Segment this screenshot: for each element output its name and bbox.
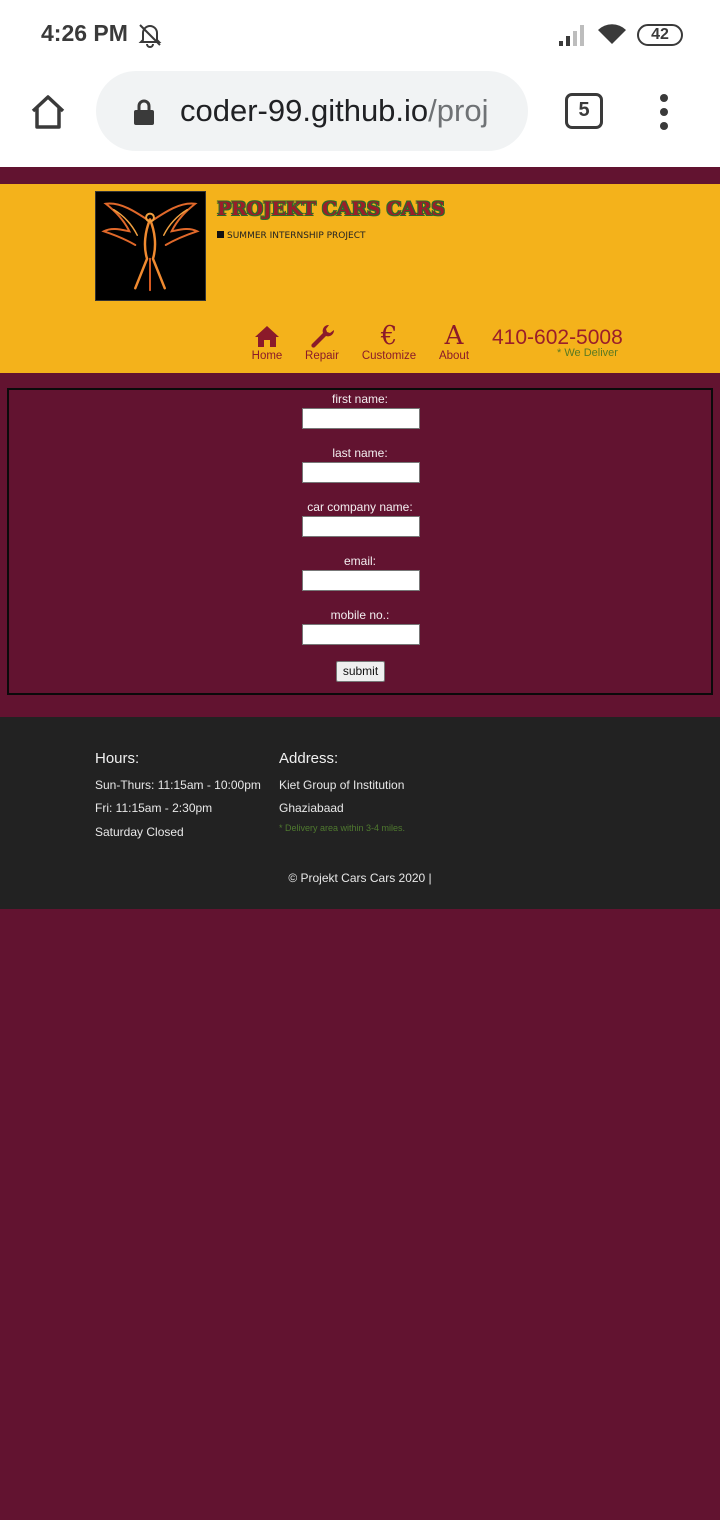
email-label: email:	[343, 554, 376, 568]
status-time: 4:26 PM	[41, 20, 128, 46]
bullet-icon	[217, 231, 224, 238]
status-bar: 4:26 PM 42	[0, 0, 720, 68]
address-bar[interactable]: coder-99.github.io/proj	[96, 71, 528, 151]
lock-icon	[134, 99, 154, 125]
nav-repair-label: Repair	[305, 350, 339, 362]
home-icon[interactable]	[28, 92, 68, 132]
hours-heading: Hours:	[95, 750, 140, 767]
letter-a-icon: A	[444, 321, 464, 351]
delivery-note: * Delivery area within 3-4 miles.	[279, 823, 406, 833]
signal-icon	[559, 25, 584, 46]
hours-line: Saturday Closed	[95, 825, 184, 839]
first-name-input[interactable]	[302, 408, 420, 429]
nav-customize[interactable]: € Customize	[361, 321, 417, 362]
car-company-input[interactable]	[302, 516, 420, 537]
mobile-input[interactable]	[302, 624, 420, 645]
site-footer: Hours: Sun-Thurs: 11:15am - 10:00pm Fri:…	[0, 717, 720, 909]
last-name-input[interactable]	[302, 462, 420, 483]
nav-home-label: Home	[251, 350, 283, 362]
submit-button[interactable]: submit	[336, 661, 385, 682]
last-name-label: last name:	[332, 446, 388, 460]
site-header: PROJEKT CARS CARS SUMMER INTERNSHIP PROJ…	[0, 184, 720, 373]
wifi-icon	[598, 24, 626, 44]
car-company-label: car company name:	[307, 500, 413, 514]
site-subtitle-text: SUMMER INTERNSHIP PROJECT	[227, 231, 366, 241]
mobile-label: mobile no.:	[330, 608, 390, 622]
muted-bell-icon	[138, 24, 162, 48]
nav-about[interactable]: A About	[437, 321, 471, 362]
url-host: coder-99.github.io	[180, 93, 429, 128]
nav-about-label: About	[438, 350, 470, 362]
phoenix-logo[interactable]	[95, 191, 206, 301]
nav-home[interactable]: Home	[251, 324, 283, 362]
nav-repair[interactable]: Repair	[304, 324, 340, 362]
hours-line: Fri: 11:15am - 2:30pm	[95, 801, 213, 815]
hours-line: Sun-Thurs: 11:15am - 10:00pm	[95, 778, 261, 792]
battery-icon: 42	[637, 24, 683, 46]
url-path: /proj	[428, 93, 489, 128]
browser-toolbar: coder-99.github.io/proj 5	[0, 68, 720, 167]
address-line: Kiet Group of Institution	[279, 778, 405, 792]
euro-icon: €	[380, 321, 398, 351]
address-line: Ghaziabaad	[279, 801, 344, 815]
deliver-note: * We Deliver	[557, 347, 618, 359]
copyright: © Projekt Cars Cars 2020 |	[288, 871, 432, 885]
overflow-menu-icon[interactable]	[652, 94, 676, 130]
email-field[interactable]	[302, 570, 420, 591]
url-text[interactable]: coder-99.github.io/proj	[180, 93, 488, 129]
home-icon	[255, 326, 279, 347]
wrench-icon	[311, 324, 335, 348]
first-name-label: first name:	[331, 392, 388, 406]
contact-form: first name: last name: car company name:…	[7, 388, 713, 695]
nav-customize-label: Customize	[361, 350, 417, 362]
tabs-icon[interactable]: 5	[565, 93, 603, 129]
site-title: PROJEKT CARS CARS	[217, 198, 445, 220]
site-subtitle: SUMMER INTERNSHIP PROJECT	[217, 231, 366, 241]
address-heading: Address:	[279, 750, 339, 767]
